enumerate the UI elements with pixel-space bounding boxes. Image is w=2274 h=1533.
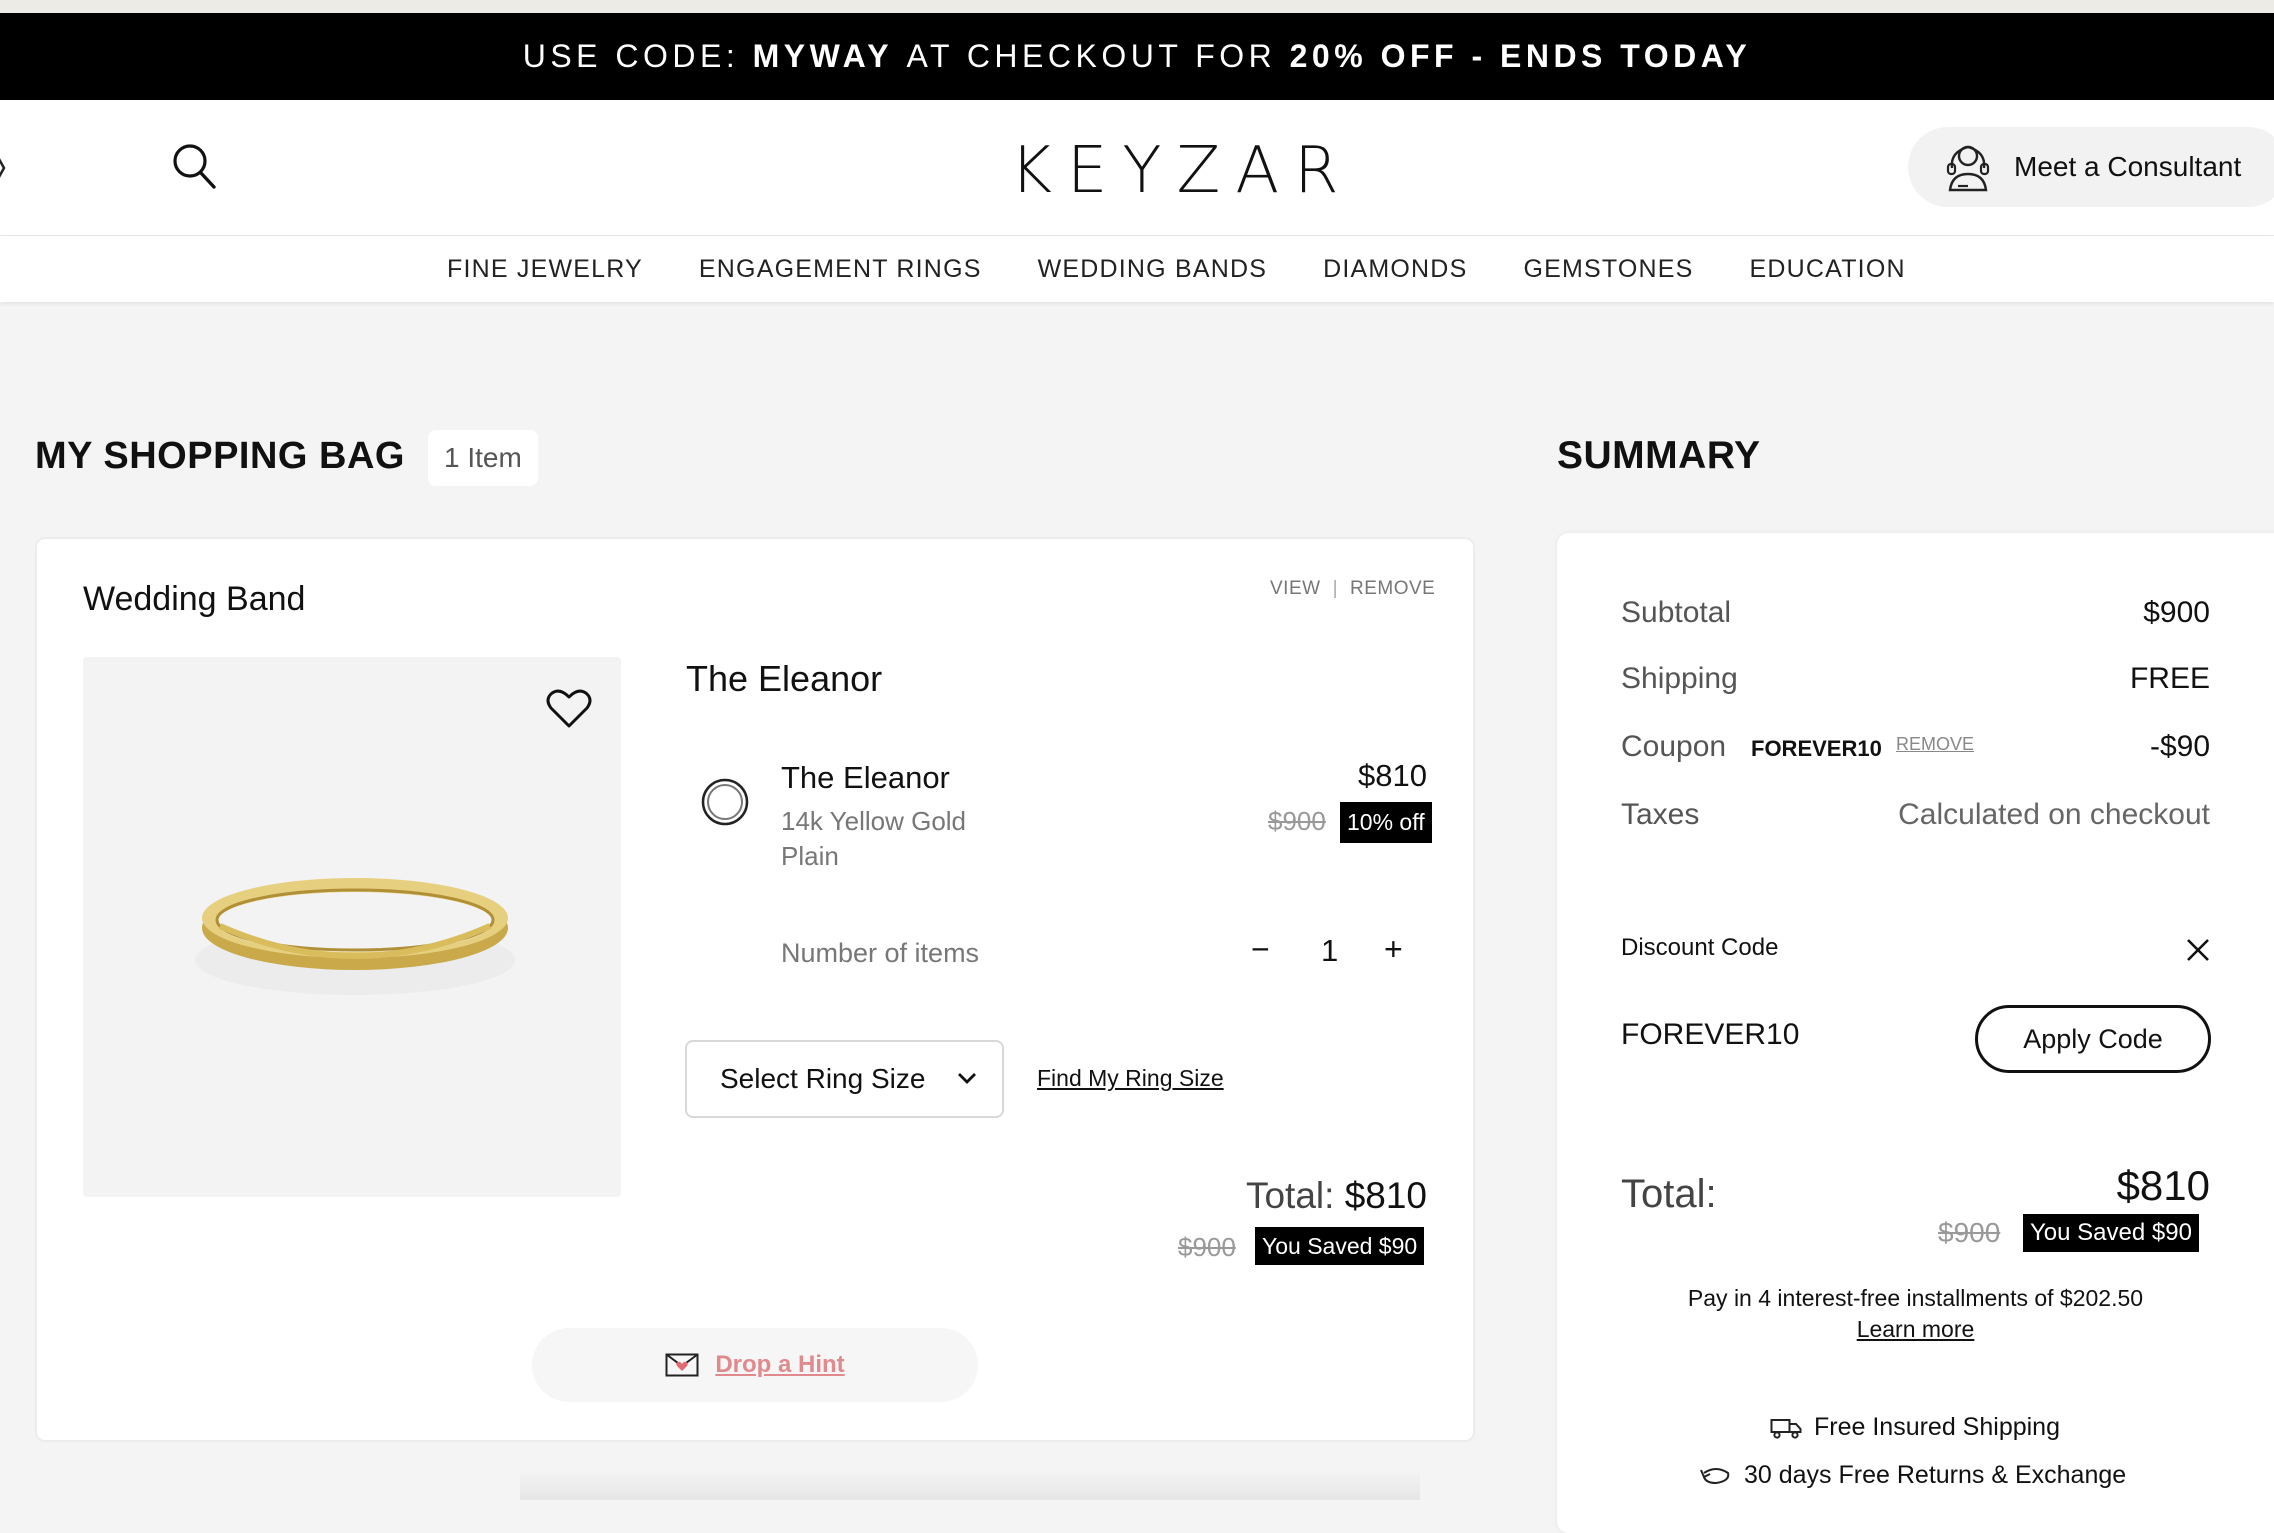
returns-label: 30 days Free Returns & Exchange	[1744, 1461, 2127, 1489]
ring-size-select-label: Select Ring Size	[720, 1063, 926, 1094]
coupon-value: -$90	[2149, 730, 2210, 763]
item-saved-badge: You Saved $90	[1255, 1227, 1425, 1265]
discount-code-label: Discount Code	[1621, 934, 1779, 961]
nav-item-wedding-bands[interactable]: WEDDING BANDS	[1038, 255, 1268, 284]
variant-style: Plain	[781, 841, 839, 871]
summary-saved-badge: You Saved $90	[2023, 1214, 2199, 1252]
shipping-value: FREE	[2129, 662, 2210, 695]
search-icon[interactable]	[172, 143, 216, 189]
envelope-heart-icon	[665, 1353, 699, 1377]
summary-total-original: $900	[1938, 1217, 2001, 1248]
discount-code-input[interactable]	[1621, 1018, 1951, 1052]
item-total-value: $810	[1344, 1175, 1427, 1216]
summary-title: SUMMARY	[1557, 434, 1761, 477]
quantity-decrease-button[interactable]: −	[1251, 931, 1270, 968]
free-shipping-perk: Free Insured Shipping	[1770, 1413, 2060, 1442]
summary-total-label: Total:	[1621, 1172, 1717, 1216]
installments-text: Pay in 4 interest-free installments of $…	[1687, 1285, 2144, 1311]
return-icon	[1700, 1467, 1730, 1484]
consultant-icon	[1946, 145, 1990, 192]
quantity-value: 1	[1321, 933, 1339, 968]
site-logo[interactable]: KEYZAR	[1010, 134, 1339, 208]
product-name: The Eleanor	[686, 658, 883, 699]
shipping-label: Shipping	[1621, 662, 1738, 695]
item-total-original: $900	[1178, 1232, 1236, 1262]
promo-text-1: USE CODE:	[522, 38, 740, 74]
taxes-value: Calculated on checkout	[1898, 798, 2210, 831]
variant-metal: 14k Yellow Gold	[781, 806, 967, 836]
ring-image	[195, 878, 515, 995]
returns-perk: 30 days Free Returns & Exchange	[1700, 1461, 2126, 1490]
meet-consultant-button[interactable]: Meet a Consultant	[1908, 127, 2274, 207]
item-price: $810	[1358, 758, 1427, 793]
nav-item-gemstones[interactable]: GEMSTONES	[1523, 255, 1693, 284]
coupon-remove-link[interactable]: REMOVE	[1896, 734, 1974, 755]
promo-discount: 20% OFF - ENDS TODAY	[1289, 38, 1752, 74]
learn-more-link[interactable]: Learn more	[1857, 1316, 1975, 1342]
item-total-label: Total:	[1245, 1175, 1335, 1216]
find-ring-size-link[interactable]: Find My Ring Size	[1037, 1065, 1224, 1092]
close-icon[interactable]	[2186, 938, 2210, 962]
coupon-code: FOREVER10	[1751, 736, 1882, 761]
remove-link[interactable]: REMOVE	[1350, 578, 1435, 599]
promo-text-2: AT CHECKOUT FOR	[906, 38, 1277, 74]
quantity-label: Number of items	[781, 938, 980, 968]
item-count-badge: 1 Item	[428, 430, 538, 486]
item-category: Wedding Band	[83, 580, 306, 618]
subtotal-value: $900	[2143, 596, 2210, 629]
learn-more-wrap: Learn more	[1621, 1316, 2210, 1343]
drop-a-hint-button[interactable]: Drop a Hint	[532, 1328, 978, 1402]
promo-code: MYWAY	[752, 38, 894, 74]
view-link[interactable]: VIEW	[1270, 578, 1321, 599]
taxes-label: Taxes	[1621, 798, 1700, 831]
promo-banner: USE CODE: MYWAY AT CHECKOUT FOR 20% OFF …	[0, 13, 2274, 100]
truck-icon	[1770, 1418, 1802, 1439]
quantity-increase-button[interactable]: +	[1384, 931, 1403, 968]
apply-code-button[interactable]: Apply Code	[1975, 1005, 2211, 1073]
item-total: Total: $810	[1246, 1175, 1427, 1217]
nav-item-engagement-rings[interactable]: ENGAGEMENT RINGS	[699, 255, 982, 284]
nav-item-fine-jewelry[interactable]: FINE JEWELRY	[447, 255, 643, 284]
drop-a-hint-label: Drop a Hint	[715, 1351, 845, 1378]
item-actions: VIEW | REMOVE	[1270, 578, 1436, 599]
shopping-bag-title: MY SHOPPING BAG	[35, 435, 405, 477]
top-strip	[0, 0, 2274, 13]
ring-variant-icon	[701, 778, 749, 826]
discount-badge: 10% off	[1340, 802, 1432, 843]
nav-item-education[interactable]: EDUCATION	[1750, 255, 1906, 284]
heart-icon[interactable]	[545, 686, 593, 730]
nav-item-diamonds[interactable]: DIAMONDS	[1323, 255, 1467, 284]
ring-size-select[interactable]: Select Ring Size	[685, 1040, 1004, 1118]
item-original-price: $900	[1268, 806, 1326, 836]
subtotal-label: Subtotal	[1621, 596, 1732, 629]
consultant-label: Meet a Consultant	[2014, 151, 2242, 182]
free-shipping-label: Free Insured Shipping	[1814, 1413, 2060, 1441]
variant-name: The Eleanor	[781, 760, 950, 795]
main-nav: FINE JEWELRY ENGAGEMENT RINGS WEDDING BA…	[0, 236, 2274, 302]
chevron-down-icon	[958, 1073, 976, 1084]
summary-total-value: $810	[2116, 1162, 2210, 1209]
bottom-shadow	[520, 1470, 1420, 1500]
back-arrow-icon[interactable]	[0, 148, 6, 188]
coupon-label: Coupon	[1621, 730, 1727, 763]
